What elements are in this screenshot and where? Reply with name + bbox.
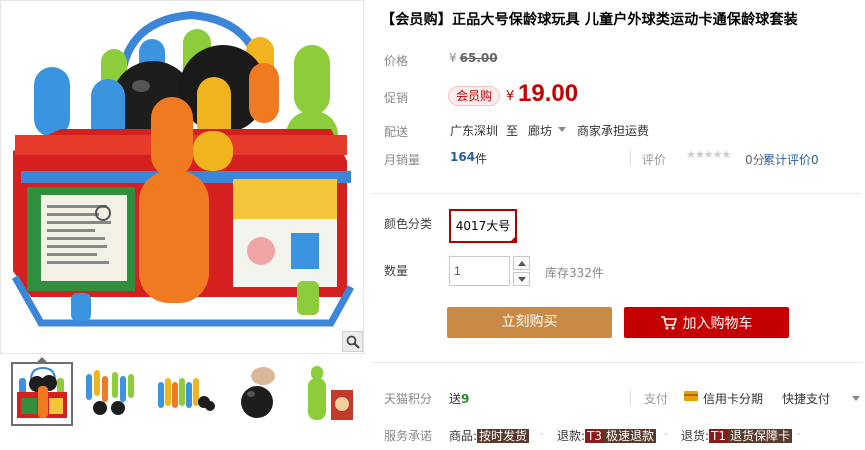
add-to-cart-label: 加入购物车 xyxy=(682,315,753,332)
service-prefix: 商品: xyxy=(449,429,478,443)
thumb-image xyxy=(86,370,134,415)
buy-now-button[interactable]: 立刻购买 xyxy=(447,307,612,338)
thumbnail-1[interactable] xyxy=(11,362,73,426)
points-prefix: 送 xyxy=(449,392,462,406)
currency-symbol: ¥ xyxy=(449,51,457,65)
sku-option-selected[interactable]: 4017大号 xyxy=(449,209,517,243)
divider xyxy=(372,362,862,363)
service-item-shipping[interactable]: 商品: 按时发货 xyxy=(449,427,530,444)
rating-stars-icon: ★★★★★ xyxy=(686,148,731,161)
service-item-refund[interactable]: 退款: T3 极速退款 xyxy=(557,427,657,444)
add-to-cart-button[interactable]: 加入购物车 xyxy=(624,307,789,338)
credit-installment-link[interactable]: 信用卡分期 xyxy=(703,390,763,407)
zoom-button[interactable] xyxy=(342,331,363,352)
member-promo-badge: 会员购 xyxy=(448,86,501,106)
cart-icon xyxy=(660,315,677,329)
promo-price: 19.00 xyxy=(518,80,579,107)
chevron-down-icon[interactable] xyxy=(852,396,860,401)
divider xyxy=(630,150,631,164)
ship-to-word: 至 xyxy=(506,124,519,138)
main-product-image[interactable] xyxy=(0,0,364,354)
promo-currency-symbol: ¥ xyxy=(506,89,515,104)
points-value: 9 xyxy=(461,392,470,406)
fast-refund-badge: 极速退款 xyxy=(604,429,657,443)
service-label: 服务承诺 xyxy=(384,429,433,443)
product-detail: 【会员购】正品大号保龄球玩具 儿童户外球类运动卡通保龄球套装 价格 ¥65.00… xyxy=(0,0,865,450)
ship-destination-select[interactable]: 廊坊 xyxy=(528,122,552,139)
rating-score: 0分 xyxy=(745,153,765,167)
separator-icon: · xyxy=(540,427,544,441)
thumbnail-3[interactable] xyxy=(154,362,216,426)
thumbnail-5[interactable] xyxy=(299,362,361,426)
selected-check-icon xyxy=(509,235,517,243)
quantity-increase-button[interactable] xyxy=(513,256,530,270)
shipping-fee: 商家承担运费 xyxy=(577,124,650,138)
chevron-up-icon xyxy=(517,260,526,266)
service-item-return[interactable]: 退货: T1 退货保障卡 xyxy=(681,427,793,444)
quantity-decrease-button[interactable] xyxy=(513,272,530,286)
chevron-down-icon[interactable] xyxy=(558,127,566,132)
tmall-points: 送9 xyxy=(449,390,469,407)
bowling-set-illustration xyxy=(11,10,355,327)
separator-icon: · xyxy=(664,427,668,441)
refund-code-badge: T3 xyxy=(585,429,605,443)
original-price-value: 65.00 xyxy=(459,51,498,65)
thumbnail-2[interactable] xyxy=(80,362,142,426)
thumbnail-strip xyxy=(11,362,361,428)
thumb-image xyxy=(17,366,67,418)
price-label: 价格 xyxy=(384,54,409,68)
chevron-down-icon xyxy=(517,276,526,282)
separator-icon: · xyxy=(797,427,801,441)
payment-label: 支付 xyxy=(644,392,669,406)
original-price: ¥65.00 xyxy=(449,51,498,65)
tmall-points-label: 天猫积分 xyxy=(384,392,433,406)
thumb-image xyxy=(158,378,215,411)
return-guarantee-badge: 退货保障卡 xyxy=(728,429,793,443)
thumb-image xyxy=(308,366,353,420)
quantity-input[interactable] xyxy=(449,256,510,286)
quantity-label: 数量 xyxy=(384,264,409,278)
zoom-icon xyxy=(346,335,360,349)
divider xyxy=(630,390,631,404)
product-title: 【会员购】正品大号保龄球玩具 儿童户外球类运动卡通保龄球套装 xyxy=(381,12,798,28)
service-prefix: 退货: xyxy=(681,429,710,443)
return-code-badge: T1 xyxy=(709,429,729,443)
total-reviews-link[interactable]: 累计评价0 xyxy=(763,151,819,168)
monthly-sales-count: 164 xyxy=(450,150,476,164)
shipping-label: 配送 xyxy=(384,125,409,139)
thumbnail-4[interactable] xyxy=(229,362,291,426)
thumb-image xyxy=(241,367,275,418)
monthly-sales-unit: 件 xyxy=(475,152,488,166)
divider xyxy=(372,193,862,194)
on-time-delivery-badge: 按时发货 xyxy=(477,429,530,443)
promo-label: 促销 xyxy=(384,91,409,105)
quick-pay-link[interactable]: 快捷支付 xyxy=(782,390,830,407)
color-category-label: 颜色分类 xyxy=(384,217,433,231)
rating-label: 评价 xyxy=(642,153,667,167)
credit-card-icon xyxy=(684,391,698,401)
stock-count: 库存332件 xyxy=(545,266,604,280)
service-prefix: 退款: xyxy=(557,429,586,443)
ship-from: 广东深圳 xyxy=(450,124,499,138)
monthly-sales-label: 月销量 xyxy=(384,153,421,167)
